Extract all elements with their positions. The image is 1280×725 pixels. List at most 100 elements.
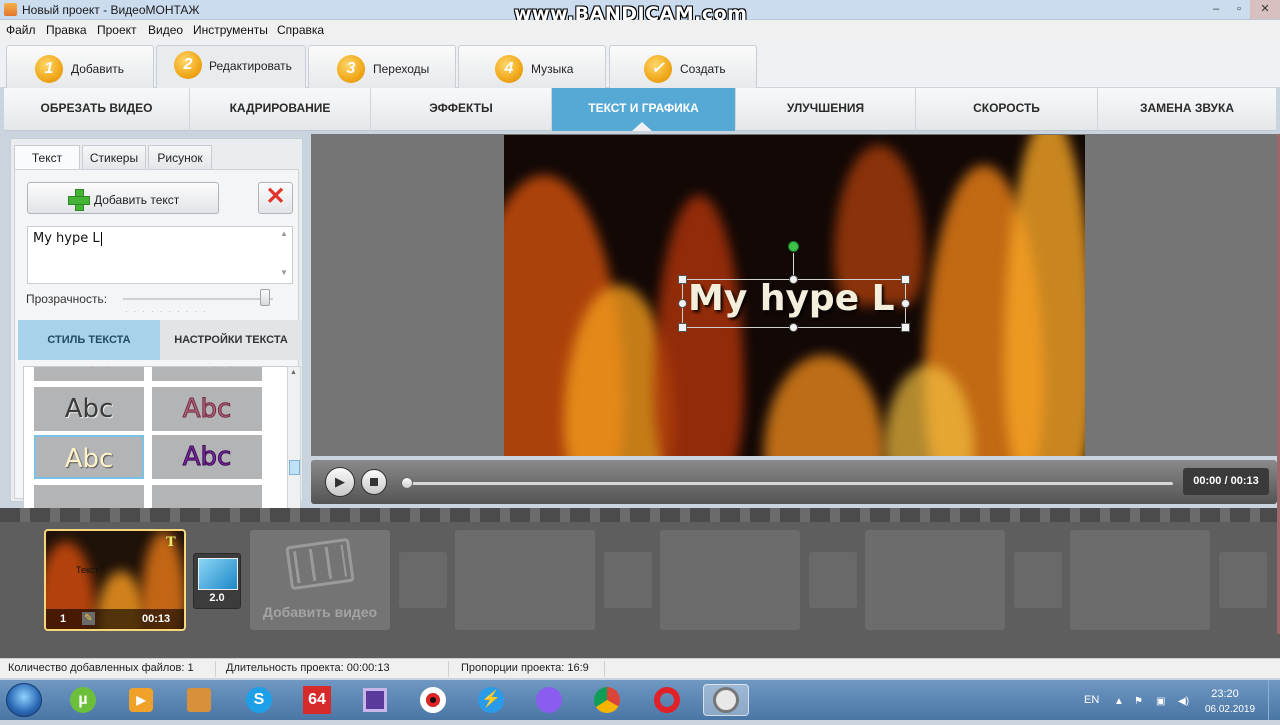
clip-footer: 1 ✎ 00:13 xyxy=(46,609,184,629)
opacity-slider[interactable] xyxy=(123,298,273,300)
tab-replace-audio[interactable]: ЗАМЕНА ЗВУКА xyxy=(1098,88,1276,131)
resize-handle[interactable] xyxy=(901,323,910,332)
clip-number: 1 xyxy=(60,613,67,625)
style-swatch[interactable]: Abc xyxy=(152,435,262,479)
tab-crop[interactable]: КАДРИРОВАНИЕ xyxy=(190,88,371,131)
cpu-icon[interactable] xyxy=(358,684,392,716)
tab-drawing[interactable]: Рисунок xyxy=(148,145,212,170)
active-tab-pointer xyxy=(632,122,652,131)
opacity-slider-thumb[interactable] xyxy=(259,289,270,306)
menu-bar: Файл Правка Проект Видео Инструменты Спр… xyxy=(0,20,1280,40)
empty-transition-slot xyxy=(1219,552,1267,608)
status-divider xyxy=(448,661,449,677)
lightning-icon[interactable]: ⚡ xyxy=(474,684,508,716)
opera-icon[interactable] xyxy=(650,684,684,716)
menu-video[interactable]: Видео xyxy=(148,23,183,37)
resize-handle[interactable] xyxy=(901,275,910,284)
tab-text[interactable]: Текст xyxy=(14,145,80,170)
empty-clip-slot xyxy=(455,530,595,630)
delete-text-button[interactable]: ✕ xyxy=(258,182,293,214)
style-swatch[interactable]: Abc xyxy=(34,367,144,381)
scroll-down-icon[interactable]: ▼ xyxy=(280,268,288,277)
step-number-badge: 1 xyxy=(35,55,63,83)
scroll-up-icon[interactable]: ▲ xyxy=(280,229,288,238)
maximize-button[interactable]: ▫ xyxy=(1228,0,1250,19)
files-count-status: Количество добавленных файлов: 1 xyxy=(8,662,194,674)
videomontazh-taskbar-icon[interactable] xyxy=(703,684,749,716)
add-video-button[interactable]: Добавить видео xyxy=(250,530,390,630)
rotate-handle[interactable] xyxy=(788,241,799,252)
add-text-label: Добавить текст xyxy=(94,193,180,207)
tab-speed[interactable]: СКОРОСТЬ xyxy=(916,88,1098,131)
language-indicator[interactable]: EN xyxy=(1084,694,1099,706)
text-style-grid: Abc Abc Abc Abc Abc Abc xyxy=(23,366,288,528)
clock-time[interactable]: 23:20 xyxy=(1200,688,1250,700)
add-text-button[interactable]: Добавить текст xyxy=(27,182,219,214)
scrollbar-thumb[interactable] xyxy=(289,460,300,475)
style-swatch[interactable]: Abc xyxy=(152,367,262,381)
transition-block[interactable]: 2.0 xyxy=(193,553,241,609)
utorrent-icon[interactable]: µ xyxy=(66,684,100,716)
tab-text-settings[interactable]: НАСТРОЙКИ ТЕКСТА xyxy=(160,320,302,360)
resize-handle[interactable] xyxy=(678,275,687,284)
tab-stickers[interactable]: Стикеры xyxy=(82,145,146,170)
skype-icon[interactable]: S xyxy=(242,684,276,716)
resize-handle[interactable] xyxy=(678,323,687,332)
windows-taskbar: µ ▶ S 64 ⚡ EN ▲ ⚑ ▣ ◀) 23:20 06.02.2019 xyxy=(0,680,1280,720)
stop-button[interactable] xyxy=(361,469,387,495)
play-button[interactable]: ▶ xyxy=(325,467,355,497)
step-music[interactable]: 4 Музыка xyxy=(458,45,606,88)
empty-transition-slot xyxy=(604,552,652,608)
record-icon[interactable] xyxy=(416,684,450,716)
resize-handle[interactable] xyxy=(789,323,798,332)
timeline-clip[interactable]: Текст T 1 ✎ 00:13 xyxy=(44,529,186,631)
overlay-text[interactable]: My hype L xyxy=(688,278,895,319)
step-edit[interactable]: 2 Редактировать xyxy=(156,45,306,88)
minimize-button[interactable]: – xyxy=(1204,0,1228,19)
alice-assistant-icon[interactable] xyxy=(532,684,566,716)
start-button[interactable] xyxy=(6,683,42,717)
step-number-badge: 3 xyxy=(337,55,365,83)
style-swatch[interactable]: Abc xyxy=(34,387,144,431)
style-grid-scrollbar[interactable]: ▲ ▼ xyxy=(287,366,301,528)
text-input[interactable]: My hype L xyxy=(27,226,293,284)
close-window-button[interactable]: ✕ xyxy=(1250,0,1280,19)
step-create[interactable]: ✓ Создать xyxy=(609,45,757,88)
chrome-icon[interactable] xyxy=(590,684,624,716)
pencil-icon[interactable]: ✎ xyxy=(82,612,95,625)
tray-expand-icon[interactable]: ▲ xyxy=(1114,696,1124,707)
step-label: Создать xyxy=(680,62,726,76)
tab-effects[interactable]: ЭФФЕКТЫ xyxy=(371,88,552,131)
resize-handle[interactable] xyxy=(901,299,910,308)
tab-trim-video[interactable]: ОБРЕЗАТЬ ВИДЕО xyxy=(4,88,190,131)
resize-handle[interactable] xyxy=(678,299,687,308)
step-transitions[interactable]: 3 Переходы xyxy=(308,45,456,88)
window-title: Новый проект - ВидеоМОНТАЖ xyxy=(22,3,200,17)
clock-date[interactable]: 06.02.2019 xyxy=(1200,704,1260,715)
video-frame[interactable]: My hype L xyxy=(504,135,1085,456)
menu-project[interactable]: Проект xyxy=(97,23,137,37)
tab-text-style[interactable]: СТИЛЬ ТЕКСТА xyxy=(18,320,160,360)
aida64-icon[interactable]: 64 xyxy=(300,684,334,716)
menu-tools[interactable]: Инструменты xyxy=(193,23,268,37)
text-layer-icon: T xyxy=(166,535,176,550)
action-center-icon[interactable]: ⚑ xyxy=(1134,696,1143,707)
step-number-badge: 4 xyxy=(495,55,523,83)
style-swatch-selected[interactable]: Abc xyxy=(34,435,144,479)
filmstrip-decoration xyxy=(0,508,1280,522)
tab-enhancements[interactable]: УЛУЧШЕНИЯ xyxy=(736,88,916,131)
seek-thumb[interactable] xyxy=(401,477,413,489)
network-icon[interactable]: ▣ xyxy=(1156,696,1165,707)
media-player-icon[interactable]: ▶ xyxy=(124,684,158,716)
style-swatch[interactable]: Abc xyxy=(152,387,262,431)
menu-file[interactable]: Файл xyxy=(6,23,36,37)
scroll-up-icon[interactable]: ▲ xyxy=(290,369,297,376)
menu-help[interactable]: Справка xyxy=(277,23,324,37)
show-desktop-button[interactable] xyxy=(1268,680,1280,720)
menu-edit[interactable]: Правка xyxy=(46,23,87,37)
step-add[interactable]: 1 Добавить xyxy=(6,45,154,88)
seek-bar[interactable] xyxy=(403,482,1173,485)
volume-icon[interactable]: ◀) xyxy=(1178,696,1189,707)
project-duration-status: Длительность проекта: 00:00:13 xyxy=(226,662,390,674)
archive-icon[interactable] xyxy=(182,684,216,716)
